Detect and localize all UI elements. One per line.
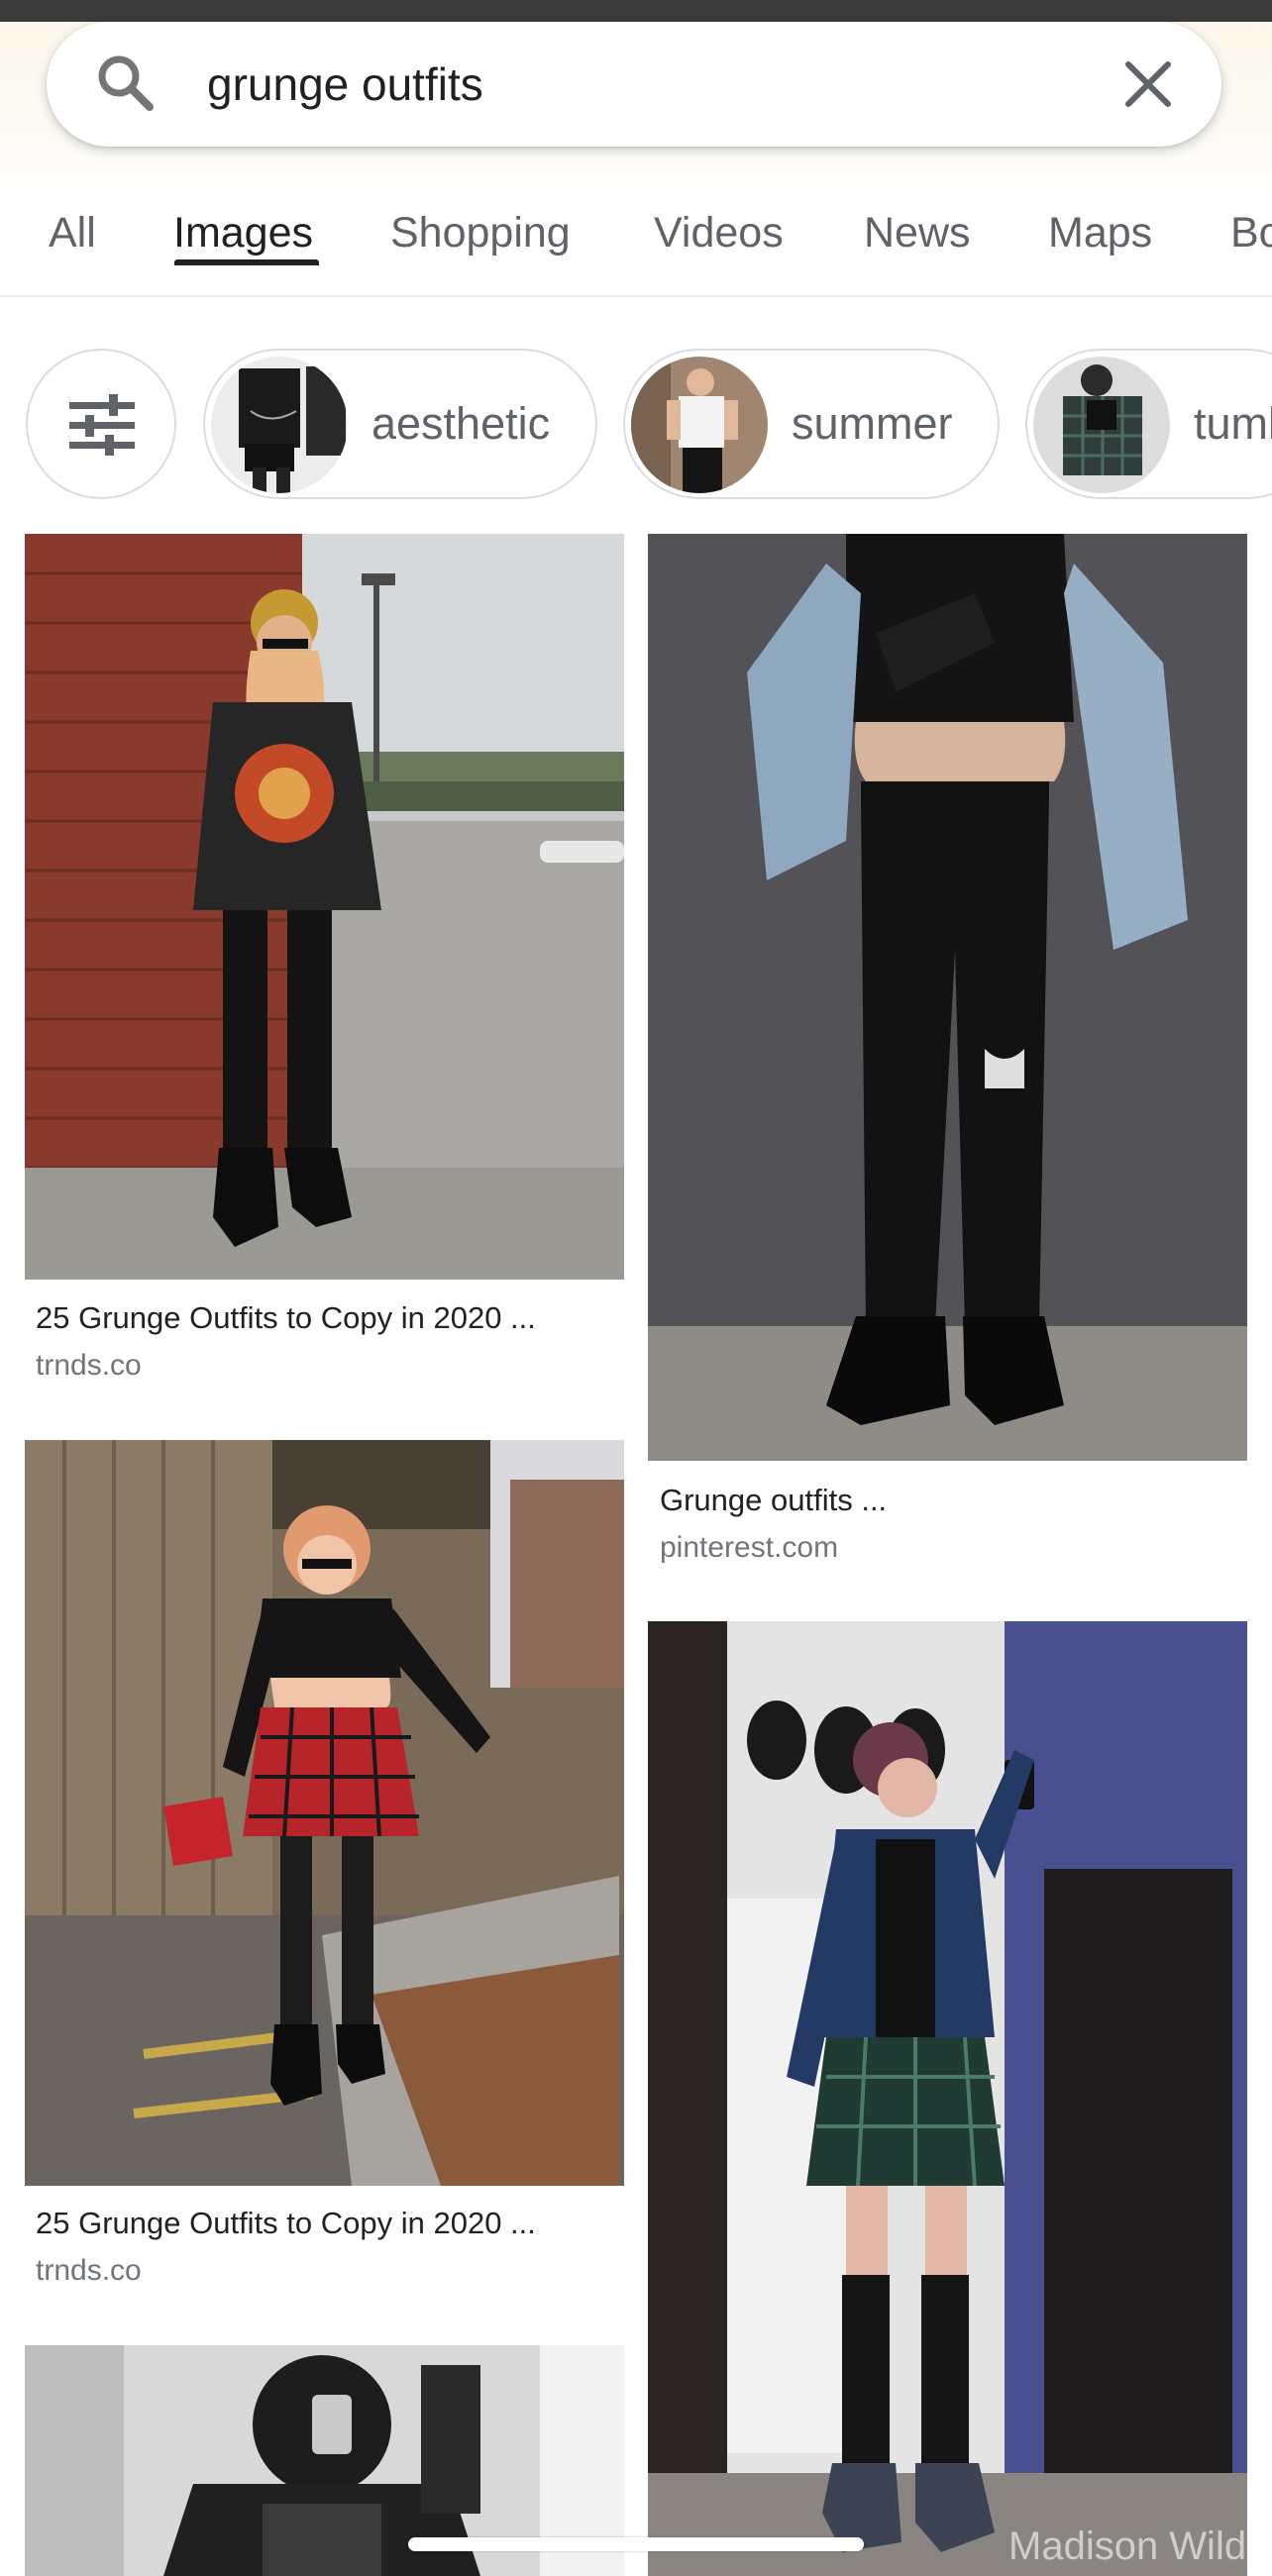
result-domain: trnds.co: [36, 1349, 142, 1382]
result-image[interactable]: [648, 534, 1247, 1461]
search-bar[interactable]: grunge outfits: [47, 22, 1221, 147]
result-domain: trnds.co: [36, 2254, 142, 2287]
home-indicator[interactable]: [408, 2537, 864, 2551]
chip-thumbnail: [211, 357, 348, 493]
status-bar: [0, 0, 1272, 22]
tab-images[interactable]: Images: [173, 203, 313, 262]
chip-thumbnail: [1033, 357, 1170, 493]
result-title[interactable]: 25 Grunge Outfits to Copy in 2020 ...: [36, 1298, 536, 1338]
chip-label: tuml: [1194, 398, 1272, 449]
result-domain: pinterest.com: [660, 1531, 839, 1564]
chip-tumblr[interactable]: tuml: [1025, 349, 1272, 499]
watermark: Madison Wilde: [1008, 2524, 1269, 2568]
search-input[interactable]: grunge outfits: [207, 52, 483, 117]
tab-books[interactable]: Bo: [1230, 203, 1272, 262]
chip-aesthetic[interactable]: aesthetic: [203, 349, 597, 499]
active-tab-indicator: [174, 259, 319, 265]
search-icon[interactable]: [92, 50, 159, 117]
chip-thumbnail: [631, 357, 768, 493]
result-image[interactable]: [25, 534, 624, 1280]
chip-label: summer: [792, 398, 953, 449]
tabs-divider: [0, 295, 1272, 297]
related-search-chips: aesthetic summer tuml: [0, 349, 1272, 503]
result-image[interactable]: [648, 1621, 1247, 2576]
result-title[interactable]: Grunge outfits ...: [660, 1481, 887, 1520]
tab-news[interactable]: News: [864, 203, 971, 262]
tab-maps[interactable]: Maps: [1048, 203, 1152, 262]
tab-videos[interactable]: Videos: [654, 203, 784, 262]
chip-summer[interactable]: summer: [623, 349, 1000, 499]
tab-shopping[interactable]: Shopping: [390, 203, 571, 262]
result-image[interactable]: [25, 1440, 624, 2186]
tab-all[interactable]: All: [49, 203, 96, 262]
chip-label: aesthetic: [371, 398, 551, 449]
filter-button[interactable]: [26, 349, 176, 499]
tune-icon: [69, 394, 135, 461]
close-icon[interactable]: [1113, 49, 1184, 120]
image-search-page: grunge outfits All Images Shopping Video…: [0, 0, 1272, 2576]
result-title[interactable]: 25 Grunge Outfits to Copy in 2020 ...: [36, 2204, 536, 2243]
search-tabs: All Images Shopping Videos News Maps Bo: [0, 183, 1272, 297]
